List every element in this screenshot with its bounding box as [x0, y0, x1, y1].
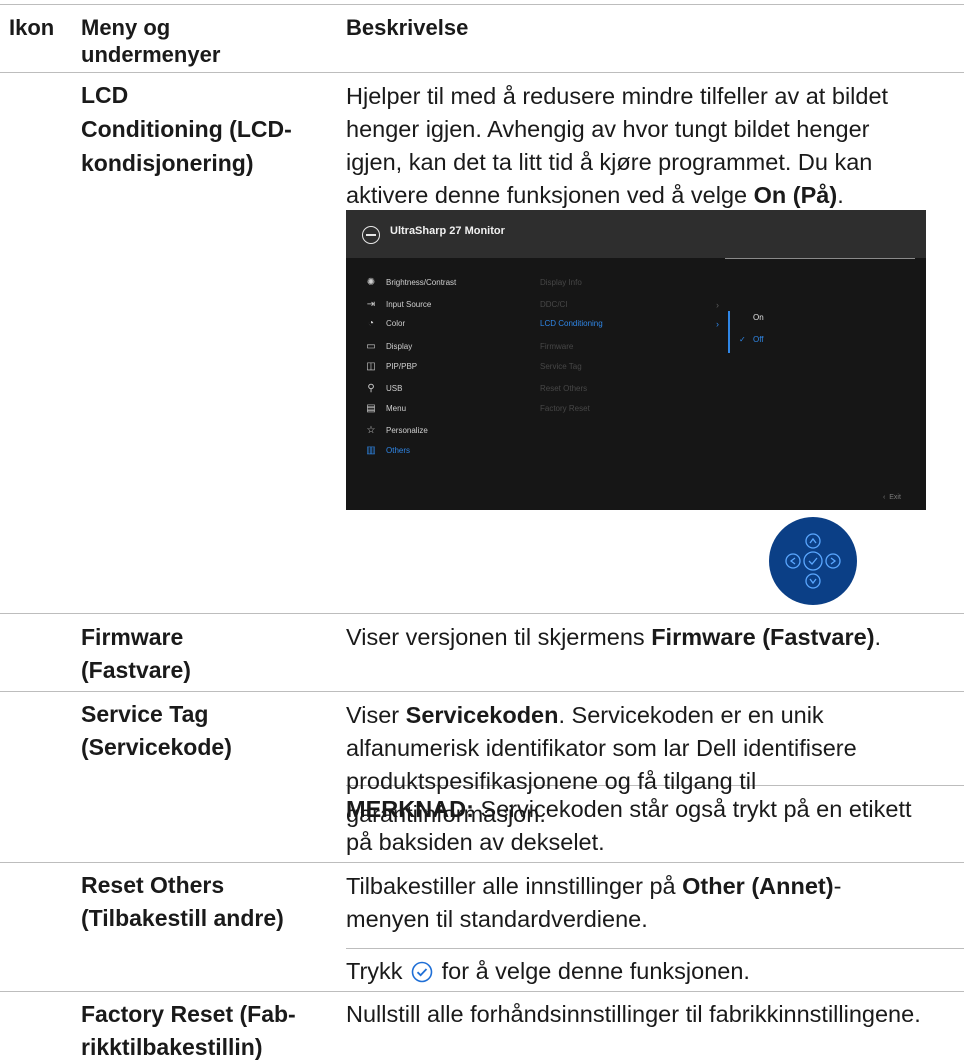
osd-option-off[interactable]: Off — [753, 333, 764, 347]
reset-others-title-line2: (Tilbakestill andre) — [81, 905, 284, 931]
chevron-right-icon: › — [716, 319, 719, 329]
header-menu-line1: Meny og — [81, 15, 171, 40]
osd-menu-pip-pbp[interactable]: ◫ PIP/PBP — [364, 360, 417, 374]
osd-menu-personalize[interactable]: ☆ Personalize — [364, 424, 428, 438]
rule-service — [0, 862, 964, 863]
osd-title-underline — [725, 258, 915, 259]
others-icon: ▥ — [366, 445, 376, 456]
usb-icon: ⚲ — [367, 383, 375, 394]
sun-icon: ✺ — [366, 277, 376, 288]
osd-menu-usb[interactable]: ⚲ USB — [364, 382, 402, 396]
lcd-title-line3: kondisjonering) — [81, 150, 254, 176]
rule-lcd — [0, 613, 964, 614]
reset-others-press: Trykk for å velge denne funksjonen. — [346, 958, 750, 984]
osd-sub-factory-reset[interactable]: Factory Reset — [540, 402, 590, 416]
rule-reset-press — [346, 948, 964, 949]
service-tag-desc-line2: alfanumerisk identifikator som lar Dell … — [346, 735, 857, 761]
osd-menu-display[interactable]: ▭ Display — [364, 340, 412, 354]
osd-menu-others[interactable]: ▥ Others — [364, 444, 410, 458]
osd-option-indicator — [728, 311, 730, 353]
firmware-title-line1: Firmware — [81, 624, 184, 650]
osd-exit[interactable]: ‹ Exit — [883, 494, 901, 501]
osd-title: UltraSharp 27 Monitor — [390, 225, 505, 237]
input-icon: ⇥ — [366, 299, 376, 310]
service-tag-note-line1: MERKNAD: Servicekoden står også trykt på… — [346, 796, 912, 822]
dell-logo-icon — [362, 226, 380, 244]
chevron-right-icon: › — [716, 300, 719, 310]
check-icon: ✓ — [739, 335, 746, 344]
osd-sub-lcd-conditioning[interactable]: LCD Conditioning — [540, 317, 603, 331]
osd-menu-input-source[interactable]: ⇥ Input Source — [364, 298, 432, 312]
osd-sub-ddc-ci[interactable]: DDC/CI — [540, 298, 568, 312]
service-tag-title-line2: (Servicekode) — [81, 734, 232, 760]
rule-reset — [0, 991, 964, 992]
rule-firmware — [0, 691, 964, 692]
osd-sub-service-tag[interactable]: Service Tag — [540, 360, 582, 374]
reset-others-desc-line1: Tilbakestiller alle innstillinger på Oth… — [346, 873, 842, 899]
rule-header — [0, 72, 964, 73]
osd-screenshot: UltraSharp 27 Monitor ✺ Brightness/Contra… — [346, 210, 926, 510]
lcd-desc-line3: igjen, kan det ta litt tid å kjøre progr… — [346, 149, 873, 175]
lcd-desc-line1: Hjelper til med å redusere mindre tilfel… — [346, 83, 889, 109]
service-tag-note-line2: på baksiden av dekselet. — [346, 829, 605, 855]
service-tag-title-line1: Service Tag — [81, 701, 209, 727]
osd-sub-reset-others[interactable]: Reset Others — [540, 382, 587, 396]
lcd-desc-line2: henger igjen. Avhengig av hvor tungt bil… — [346, 116, 870, 142]
rule-top — [0, 4, 964, 5]
header-description: Beskrivelse — [346, 15, 469, 40]
osd-option-on[interactable]: On — [753, 311, 764, 325]
lcd-desc-on-option: On (På) — [753, 182, 838, 208]
pip-icon: ◫ — [366, 361, 376, 372]
lcd-title-line1: LCD — [81, 82, 129, 108]
header-menu-line2: undermenyer — [81, 42, 221, 67]
joystick-icon — [769, 517, 857, 605]
header-icon: Ikon — [9, 15, 55, 40]
factory-reset-desc: Nullstill alle forhåndsinnstillinger til… — [346, 1001, 921, 1027]
service-tag-desc-line1: Viser Servicekoden. Servicekoden er en u… — [346, 702, 824, 728]
factory-reset-title-line1: Factory Reset (Fab- — [81, 1001, 296, 1027]
menu-icon: ▤ — [366, 403, 376, 414]
check-circle-icon — [411, 961, 433, 983]
osd-menu-color[interactable]: ◔ Color — [364, 317, 405, 331]
display-icon: ▭ — [366, 341, 376, 352]
firmware-title-line2: (Fastvare) — [81, 657, 191, 683]
star-icon: ☆ — [366, 425, 376, 436]
lcd-desc-line4: aktivere denne funksjonen ved å velge On… — [346, 182, 844, 208]
osd-menu-menu[interactable]: ▤ Menu — [364, 402, 406, 416]
osd-menu-brightness[interactable]: ✺ Brightness/Contrast — [364, 276, 456, 290]
osd-sub-firmware[interactable]: Firmware — [540, 340, 573, 354]
reset-others-desc-line2: menyen til standardverdiene. — [346, 906, 648, 932]
osd-sub-display-info[interactable]: Display Info — [540, 276, 582, 290]
reset-others-title-line1: Reset Others — [81, 872, 225, 898]
palette-icon: ◔ — [367, 318, 375, 329]
factory-reset-title-line2: rikktilbakestillin) — [81, 1034, 263, 1060]
lcd-title-line2: Conditioning (LCD- — [81, 116, 292, 142]
firmware-desc: Viser versjonen til skjermens Firmware (… — [346, 624, 882, 650]
